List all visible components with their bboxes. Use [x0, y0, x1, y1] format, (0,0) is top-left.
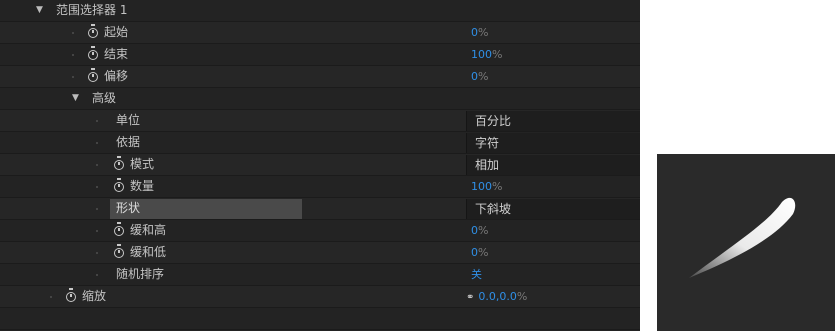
row-dot [96, 274, 98, 276]
based-on-label: 依据 [116, 135, 141, 149]
stopwatch-icon[interactable] [88, 68, 98, 82]
stopwatch-icon[interactable] [114, 244, 124, 258]
shape-dropdown[interactable]: 下斜坡 [466, 199, 640, 219]
stopwatch-icon[interactable] [114, 178, 124, 192]
randomize-value[interactable]: 关 [471, 264, 482, 285]
shape-label: 形状 [116, 201, 141, 215]
ramp-stroke [689, 197, 796, 278]
randomize-row[interactable]: 随机排序 关 [0, 264, 640, 286]
ease-low-value[interactable]: 0% [471, 242, 488, 263]
ramp-down-shape-icon [689, 197, 796, 278]
stopwatch-icon[interactable] [66, 288, 76, 302]
ease-high-row[interactable]: 缓和高 0% [0, 220, 640, 242]
disclosure-triangle-icon[interactable]: ▼ [36, 0, 43, 21]
stopwatch-icon[interactable] [114, 222, 124, 236]
next-row-partial [0, 308, 640, 330]
row-dot [72, 32, 74, 34]
mode-dropdown[interactable]: 相加 [466, 155, 640, 175]
units-row[interactable]: 单位 百分比 [0, 110, 640, 132]
row-dot [96, 252, 98, 254]
stopwatch-icon[interactable] [114, 156, 124, 170]
range-selector-row[interactable]: ▼ 范围选择器 1 [0, 0, 640, 22]
scale-value[interactable]: ⚭ 0.0,0.0% [466, 286, 527, 307]
amount-row[interactable]: 数量 100% [0, 176, 640, 198]
row-dot [96, 208, 98, 210]
range-selector-label: 范围选择器 1 [56, 3, 128, 17]
row-dot [96, 142, 98, 144]
row-dot [50, 296, 52, 298]
ease-low-label: 缓和低 [130, 245, 167, 259]
start-label: 起始 [104, 25, 129, 39]
mode-label: 模式 [130, 157, 155, 171]
stopwatch-icon[interactable] [88, 24, 98, 38]
end-row[interactable]: 结束 100% [0, 44, 640, 66]
row-dot [96, 120, 98, 122]
shape-preview [657, 154, 835, 331]
advanced-label: 高级 [92, 91, 117, 105]
mode-row[interactable]: 模式 相加 [0, 154, 640, 176]
start-value[interactable]: 0% [471, 22, 488, 43]
constrain-link-icon[interactable]: ⚭ [466, 292, 474, 303]
ease-low-row[interactable]: 缓和低 0% [0, 242, 640, 264]
row-dot [72, 54, 74, 56]
based-on-row[interactable]: 依据 字符 [0, 132, 640, 154]
units-dropdown[interactable]: 百分比 [466, 111, 640, 131]
offset-value[interactable]: 0% [471, 66, 488, 87]
row-dot [72, 76, 74, 78]
based-on-dropdown[interactable]: 字符 [466, 133, 640, 153]
amount-value[interactable]: 100% [471, 176, 502, 197]
row-dot [96, 186, 98, 188]
scale-label: 缩放 [82, 289, 107, 303]
ease-high-label: 缓和高 [130, 223, 167, 237]
offset-row[interactable]: 偏移 0% [0, 66, 640, 88]
scale-row[interactable]: 缩放 ⚭ 0.0,0.0% [0, 286, 640, 308]
randomize-label: 随机排序 [116, 267, 165, 281]
ease-high-value[interactable]: 0% [471, 220, 488, 241]
amount-label: 数量 [130, 179, 155, 193]
units-label: 单位 [116, 113, 141, 127]
offset-label: 偏移 [104, 69, 129, 83]
row-dot [96, 230, 98, 232]
partial-row-label [0, 316, 30, 324]
timeline-properties-panel: ▼ 范围选择器 1 起始 0% 结束 100% 偏移 0% ▼ 高级 单位 百分… [0, 0, 640, 331]
end-value[interactable]: 100% [471, 44, 502, 65]
disclosure-triangle-icon[interactable]: ▼ [72, 88, 79, 109]
row-dot [96, 164, 98, 166]
shape-row[interactable]: 形状 下斜坡 [0, 198, 640, 220]
start-row[interactable]: 起始 0% [0, 22, 640, 44]
stopwatch-icon[interactable] [88, 46, 98, 60]
advanced-row[interactable]: ▼ 高级 [0, 88, 640, 110]
end-label: 结束 [104, 47, 129, 61]
